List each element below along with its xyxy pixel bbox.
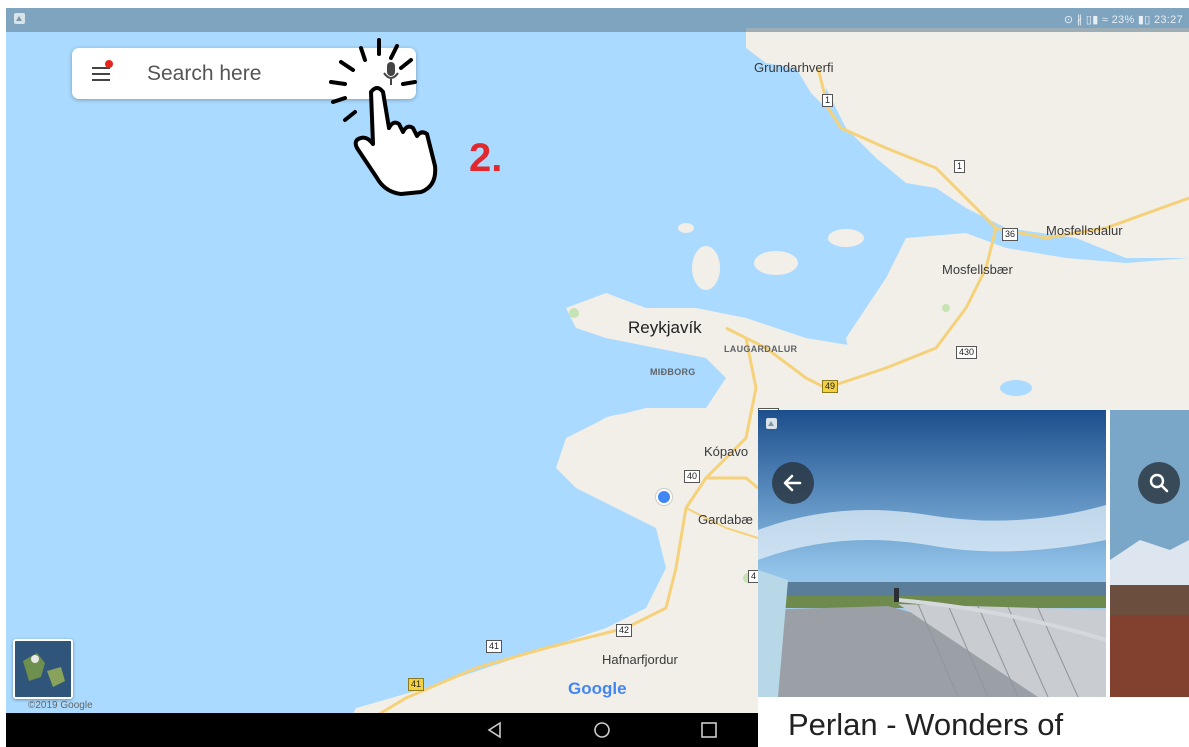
place-photo-image — [758, 410, 1106, 697]
road-shield-41: 41 — [408, 678, 425, 691]
place-label-gardabaer[interactable]: Gardabæ — [698, 512, 753, 527]
notification-dot — [105, 60, 113, 68]
road-shield-1: 1 — [822, 94, 834, 107]
search-input[interactable]: Search here — [147, 62, 261, 86]
place-detail-panel: Perlan - Wonders of — [758, 410, 1189, 747]
place-label-hafnarfjordur[interactable]: Hafnarfjordur — [602, 652, 678, 667]
place-photo-main[interactable] — [758, 410, 1106, 697]
arrow-left-icon — [783, 474, 802, 492]
back-button[interactable] — [772, 462, 814, 504]
tap-hand-icon — [329, 38, 438, 196]
step-number-label: 2. — [469, 136, 503, 180]
place-label-kopavogur[interactable]: Kópavo — [704, 444, 748, 459]
road-shield-430: 430 — [956, 346, 978, 359]
road-shield-40: 40 — [684, 470, 701, 483]
screenshot-frame: ⊙ ∦ ▯▮ ≈ 23% ▮▯ 23:27 Grundarhverfi Mosf… — [6, 8, 1189, 747]
maps-app-icon — [14, 13, 25, 24]
place-label-midborg[interactable]: MIÐBORG — [650, 367, 696, 377]
place-title: Perlan - Wonders of — [788, 707, 1064, 742]
place-label-laugardalur[interactable]: LAUGARDALUR — [724, 344, 797, 354]
road-shield-36: 36 — [1002, 228, 1019, 241]
place-label-mosfellsbaer[interactable]: Mosfellsbær — [942, 262, 1013, 277]
road-shield-1: 1 — [954, 160, 966, 173]
current-location-dot[interactable] — [656, 489, 672, 505]
android-nav-bar — [6, 713, 761, 747]
road-shield-42: 42 — [616, 624, 633, 637]
place-photo-secondary-image — [1110, 410, 1189, 697]
layers-button[interactable] — [13, 639, 73, 699]
place-label-mosfellsdalur[interactable]: Mosfellsdalur — [1046, 223, 1123, 238]
circle-home-icon[interactable] — [591, 721, 613, 739]
square-recent-icon[interactable] — [698, 721, 720, 739]
search-button[interactable] — [1138, 462, 1180, 504]
road-shield-41: 41 — [486, 640, 503, 653]
satellite-thumbnail-icon — [15, 641, 71, 697]
maps-app-icon — [766, 418, 777, 429]
place-photo-secondary[interactable] — [1110, 410, 1189, 697]
google-logo-text: Google — [568, 679, 627, 698]
search-icon — [1149, 473, 1169, 493]
menu-icon[interactable] — [92, 60, 113, 81]
road-shield-49: 49 — [822, 380, 839, 393]
status-indicators: ⊙ ∦ ▯▮ ≈ 23% ▮▯ 23:27 — [1063, 14, 1183, 26]
google-logo: Google — [568, 679, 627, 699]
triangle-back-icon[interactable] — [484, 721, 506, 739]
status-bar: ⊙ ∦ ▯▮ ≈ 23% ▮▯ 23:27 — [6, 8, 1189, 32]
map-copyright: ©2019 Google — [28, 700, 93, 711]
place-label-grundarhverfi[interactable]: Grundarhverfi — [754, 60, 833, 75]
place-label-reykjavik[interactable]: Reykjavík — [628, 318, 702, 338]
